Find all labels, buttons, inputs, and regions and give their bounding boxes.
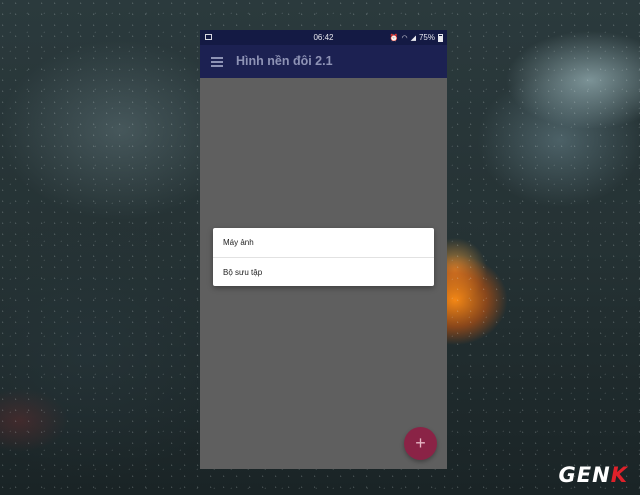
add-button[interactable]: + xyxy=(404,427,437,460)
battery-percent: 75% xyxy=(418,33,435,42)
logo-text-main: GEN xyxy=(558,463,611,487)
phone-screen: 06:42 ⏰ ◠ ◢ 75% Hình nền đôi 2.1 Máy ảnh… xyxy=(200,30,447,469)
status-bar: 06:42 ⏰ ◠ ◢ 75% xyxy=(200,30,447,45)
battery-icon xyxy=(438,33,443,42)
alarm-icon: ⏰ xyxy=(389,34,399,42)
option-camera[interactable]: Máy ảnh xyxy=(213,228,434,257)
image-source-dialog: Máy ảnh Bộ sưu tập xyxy=(213,228,434,286)
app-bar: Hình nền đôi 2.1 xyxy=(200,45,447,78)
hamburger-menu-icon[interactable] xyxy=(211,57,223,67)
genk-logo: GENK xyxy=(559,463,628,487)
status-icons: ⏰ ◠ ◢ 75% xyxy=(390,33,443,42)
option-gallery[interactable]: Bộ sưu tập xyxy=(213,257,434,286)
app-title: Hình nền đôi 2.1 xyxy=(236,54,333,68)
logo-text-accent: K xyxy=(610,463,628,487)
signal-icon: ◢ xyxy=(410,34,416,42)
wifi-icon: ◠ xyxy=(401,34,408,42)
